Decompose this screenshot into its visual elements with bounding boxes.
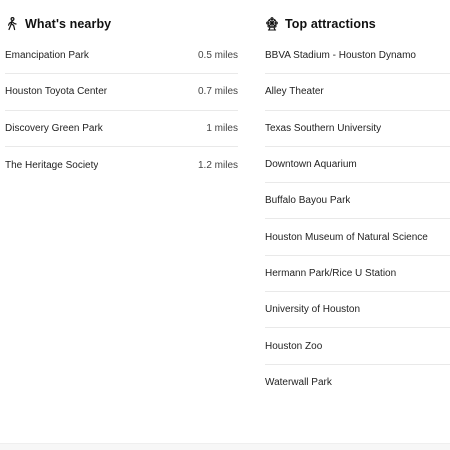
whats-nearby-title: What's nearby: [25, 17, 112, 31]
nearby-item[interactable]: Discovery Green Park 1 miles: [5, 111, 238, 147]
attraction-item[interactable]: Houston Zoo: [265, 328, 450, 365]
top-attractions-section: Top attractions BBVA Stadium - Houston D…: [265, 13, 450, 401]
place-name: Houston Toyota Center: [5, 86, 108, 98]
attraction-item[interactable]: Downtown Aquarium: [265, 147, 450, 184]
place-name: The Heritage Society: [5, 159, 99, 171]
attraction-item[interactable]: BBVA Stadium - Houston Dynamo: [265, 38, 450, 75]
nearby-attractions-panel: What's nearby Emancipation Park 0.5 mile…: [0, 0, 450, 450]
attraction-name: Buffalo Bayou Park: [265, 195, 351, 207]
attraction-item[interactable]: Buffalo Bayou Park: [265, 183, 450, 220]
attractions-list: BBVA Stadium - Houston Dynamo Alley Thea…: [265, 38, 450, 401]
attraction-name: Alley Theater: [265, 86, 324, 98]
whats-nearby-header: What's nearby: [5, 13, 238, 35]
nearby-list: Emancipation Park 0.5 miles Houston Toyo…: [5, 38, 238, 183]
attraction-item[interactable]: University of Houston: [265, 292, 450, 329]
attraction-name: Waterwall Park: [265, 377, 332, 389]
nearby-item[interactable]: Emancipation Park 0.5 miles: [5, 38, 238, 75]
nearby-item[interactable]: The Heritage Society 1.2 miles: [5, 147, 238, 183]
top-attractions-title: Top attractions: [285, 17, 376, 31]
attraction-name: Texas Southern University: [265, 122, 382, 134]
attraction-item[interactable]: Hermann Park/Rice U Station: [265, 256, 450, 293]
top-attractions-header: Top attractions: [265, 13, 450, 35]
attraction-item[interactable]: Alley Theater: [265, 74, 450, 111]
attraction-item[interactable]: Texas Southern University: [265, 111, 450, 147]
place-distance: 1.2 miles: [197, 159, 238, 171]
ferris-wheel-icon: [265, 17, 279, 31]
walking-person-icon: [5, 17, 19, 31]
attraction-name: Houston Museum of Natural Science: [265, 231, 428, 243]
attraction-name: University of Houston: [265, 304, 361, 316]
place-distance: 0.5 miles: [197, 50, 238, 62]
attraction-name: Houston Zoo: [265, 340, 323, 352]
whats-nearby-section: What's nearby Emancipation Park 0.5 mile…: [5, 13, 238, 183]
nearby-item[interactable]: Houston Toyota Center 0.7 miles: [5, 74, 238, 111]
attraction-name: Downtown Aquarium: [265, 159, 357, 171]
attraction-name: Hermann Park/Rice U Station: [265, 267, 397, 279]
place-name: Emancipation Park: [5, 50, 89, 62]
place-distance: 0.7 miles: [197, 86, 238, 98]
attraction-item[interactable]: Houston Museum of Natural Science: [265, 219, 450, 256]
bottom-divider: [0, 443, 450, 450]
place-name: Discovery Green Park: [5, 122, 103, 134]
attraction-name: BBVA Stadium - Houston Dynamo: [265, 50, 416, 62]
attraction-item[interactable]: Waterwall Park: [265, 365, 450, 401]
place-distance: 1 miles: [206, 122, 238, 134]
